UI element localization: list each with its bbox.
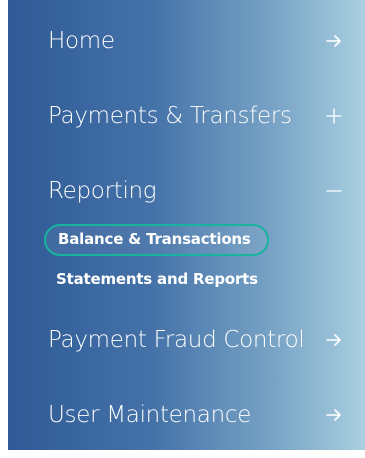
nav-item-reporting[interactable]: Reporting <box>8 166 365 222</box>
navigation-menu: Home Payments & Transfers Reporting Bala… <box>8 0 365 450</box>
plus-icon <box>325 107 343 125</box>
nav-item-user-maintenance[interactable]: User Maintenance <box>8 390 365 446</box>
nav-item-payment-fraud-control[interactable]: Payment Fraud Control <box>8 313 365 369</box>
subnav-item-statements-reports[interactable]: Statements and Reports <box>44 266 274 296</box>
arrow-right-icon <box>325 32 343 50</box>
nav-item-label: User Maintenance <box>48 402 252 428</box>
nav-item-label: Payment Fraud Control <box>48 327 305 353</box>
subnav-item-balance-transactions[interactable]: Balance & Transactions <box>44 224 269 256</box>
subnav-item-label: Balance & Transactions <box>58 230 251 248</box>
subnav-item-label: Statements and Reports <box>56 270 258 288</box>
arrow-right-icon <box>325 406 343 424</box>
nav-item-label: Home <box>48 28 115 54</box>
arrow-right-icon <box>325 331 343 349</box>
nav-item-label: Reporting <box>48 178 157 204</box>
nav-item-label: Payments & Transfers <box>48 103 292 129</box>
nav-item-payments-transfers[interactable]: Payments & Transfers <box>8 91 365 147</box>
nav-item-home[interactable]: Home <box>8 16 365 72</box>
minus-icon <box>325 182 343 200</box>
